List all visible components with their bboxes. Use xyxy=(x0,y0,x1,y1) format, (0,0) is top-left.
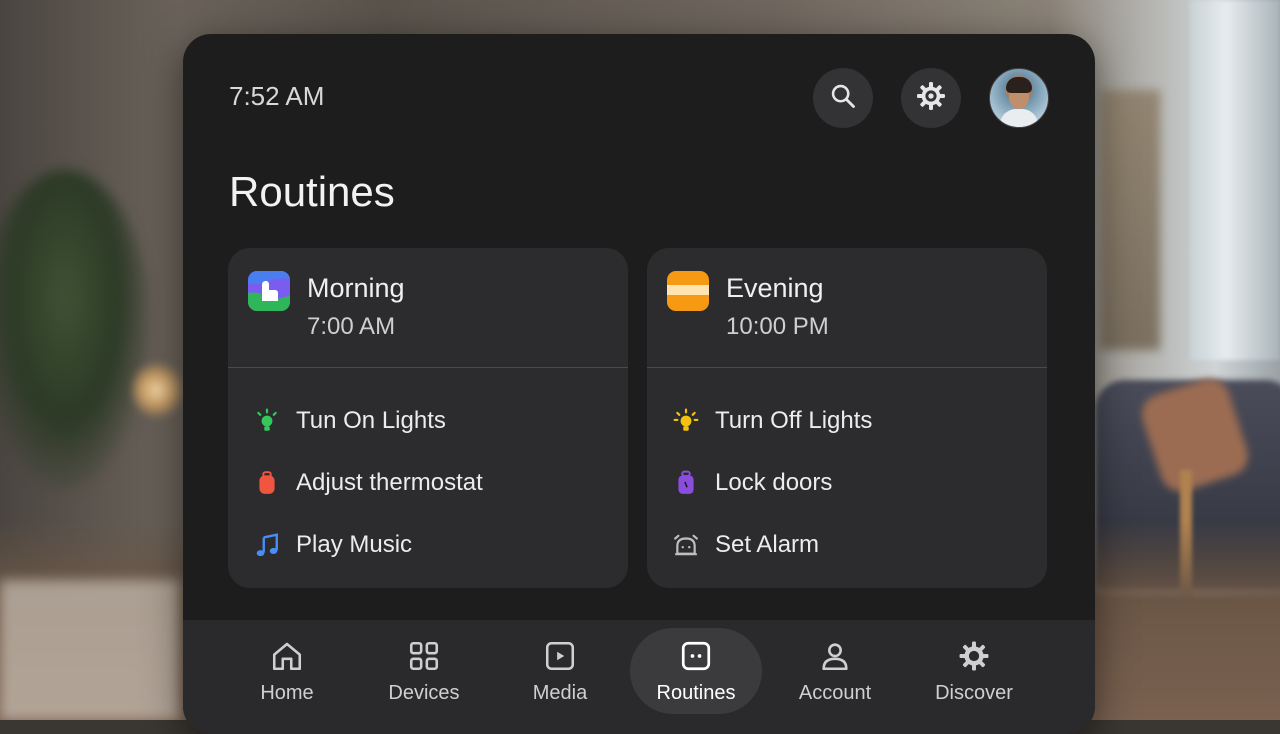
action-item[interactable]: Turn Off Lights xyxy=(647,390,1047,452)
routine-card-evening[interactable]: Evening 10:00 PM Turn Off Lights Lock do… xyxy=(647,248,1047,588)
alarm-icon xyxy=(671,530,701,560)
top-actions xyxy=(813,68,1049,128)
divider xyxy=(647,367,1047,368)
nav-item-account[interactable]: Account xyxy=(769,628,901,714)
nav-item-media[interactable]: Media xyxy=(494,628,626,714)
routine-time: 7:00 AM xyxy=(307,313,396,340)
nav-item-discover[interactable]: Discover xyxy=(908,628,1040,714)
gear-icon xyxy=(915,80,947,117)
action-label: Set Alarm xyxy=(715,531,820,558)
thermostat-icon xyxy=(252,468,282,498)
smart-display-panel: 7:52 AM Routines Morning 7:00 AM Tun On … xyxy=(183,34,1095,734)
nav-label: Discover xyxy=(935,682,1013,704)
routine-card-header: Evening 10:00 PM xyxy=(647,248,1047,368)
action-label: Lock doors xyxy=(715,469,833,496)
action-label: Tun On Lights xyxy=(296,407,446,434)
discover-gear-icon xyxy=(957,638,991,674)
home-icon xyxy=(270,638,304,674)
routine-actions: Tun On Lights Adjust thermostat Play Mus… xyxy=(228,390,628,576)
action-item[interactable]: Set Alarm xyxy=(647,514,1047,576)
routine-card-header: Morning 7:00 AM xyxy=(228,248,628,368)
action-item[interactable]: Adjust thermostat xyxy=(228,452,628,514)
action-label: Play Music xyxy=(296,531,413,558)
routines-icon xyxy=(679,638,713,674)
evening-routine-icon xyxy=(667,271,709,311)
routine-time: 10:00 PM xyxy=(726,313,829,340)
routine-name: Morning xyxy=(307,273,405,303)
avatar[interactable] xyxy=(989,68,1049,128)
music-note-icon xyxy=(252,530,282,560)
media-icon xyxy=(543,638,577,674)
search-button[interactable] xyxy=(813,68,873,128)
action-item[interactable]: Lock doors xyxy=(647,452,1047,514)
nav-item-devices[interactable]: Devices xyxy=(358,628,490,714)
nav-label: Home xyxy=(260,682,314,704)
page-title: Routines xyxy=(229,168,395,215)
account-icon xyxy=(818,638,852,674)
morning-routine-icon xyxy=(248,271,290,311)
bottom-nav: Home Devices Media Routines Account Disc… xyxy=(183,620,1095,734)
action-label: Adjust thermostat xyxy=(296,469,483,496)
search-icon xyxy=(829,82,857,115)
clock-time: 7:52 AM xyxy=(229,81,325,111)
nav-label: Media xyxy=(532,682,588,704)
lightbulb-icon xyxy=(252,406,282,436)
routine-name: Evening xyxy=(726,273,824,303)
nav-item-home[interactable]: Home xyxy=(221,628,353,714)
divider xyxy=(228,367,628,368)
action-item[interactable]: Play Music xyxy=(228,514,628,576)
devices-grid-icon xyxy=(407,638,441,674)
nav-label: Devices xyxy=(388,682,460,704)
action-item[interactable]: Tun On Lights xyxy=(228,390,628,452)
nav-item-routines[interactable]: Routines xyxy=(630,628,762,714)
action-label: Turn Off Lights xyxy=(715,407,873,434)
settings-button[interactable] xyxy=(901,68,961,128)
routine-card-morning[interactable]: Morning 7:00 AM Tun On Lights Adjust the… xyxy=(228,248,628,588)
nav-label: Routines xyxy=(656,682,736,704)
nav-label: Account xyxy=(798,682,872,704)
lightbulb-icon xyxy=(671,406,701,436)
routine-actions: Turn Off Lights Lock doors Set Alarm xyxy=(647,390,1047,576)
lock-icon xyxy=(671,468,701,498)
